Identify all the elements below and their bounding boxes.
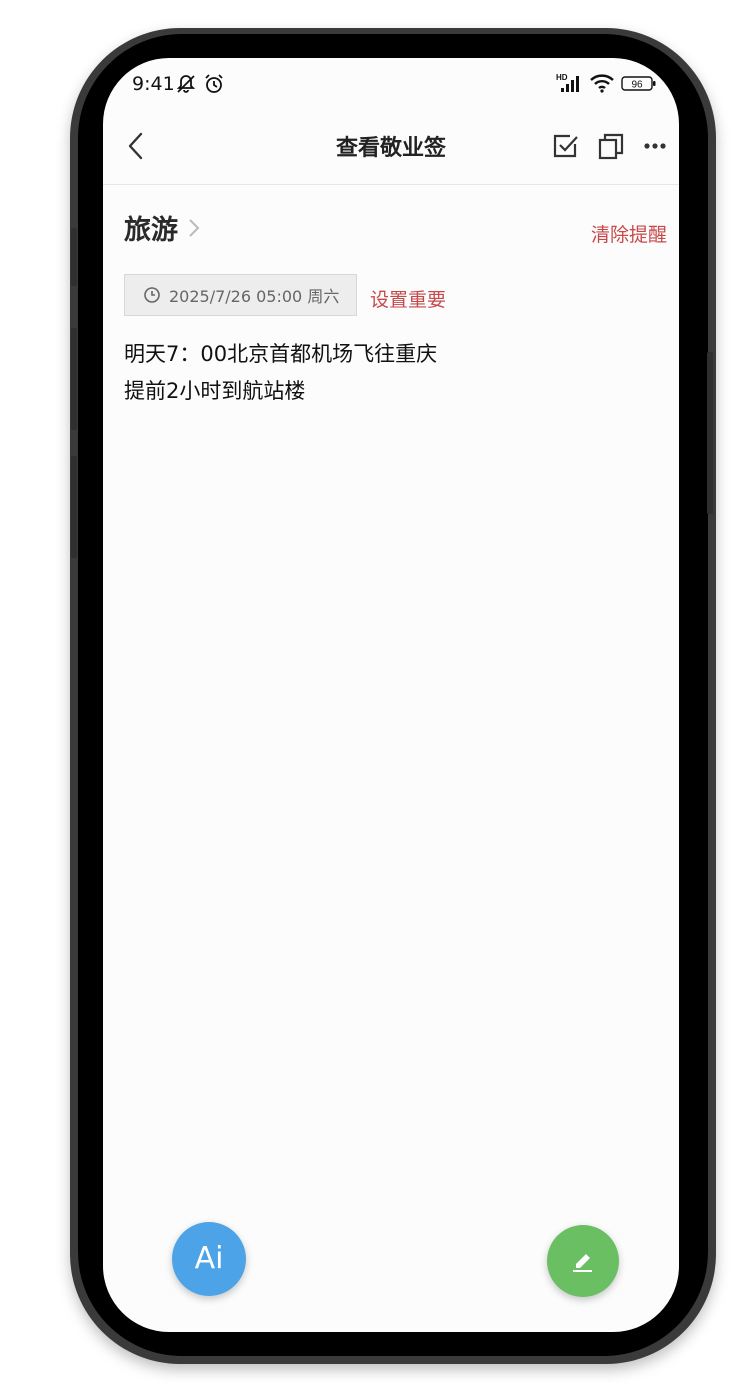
category-name: 旅游 [124, 215, 178, 246]
volume-down-button [71, 456, 77, 558]
ai-assistant-button[interactable]: Ai [172, 1222, 246, 1296]
reminder-date-chip[interactable]: 2025/7/26 05:00 周六 [124, 274, 357, 316]
battery-icon: 96 [621, 75, 657, 97]
battery-level: 96 [631, 80, 643, 91]
clock-icon [144, 287, 160, 303]
status-bar: 9:41 HD 96 [103, 58, 679, 110]
page-title: 查看敬业签 [335, 136, 446, 161]
mark-done-button[interactable] [550, 130, 582, 162]
chevron-right-icon [189, 218, 200, 237]
more-options-button[interactable] [639, 130, 671, 162]
note-line: 提前2小时到航站楼 [124, 379, 306, 403]
checkbox-icon [553, 134, 578, 158]
app-header: 查看敬业签 [103, 110, 679, 185]
reminder-datetime: 2025/7/26 05:00 周六 [169, 287, 340, 306]
edit-note-button[interactable] [547, 1225, 619, 1297]
power-button [707, 352, 713, 514]
copy-button[interactable] [595, 130, 627, 162]
wifi-icon [589, 72, 615, 98]
mute-notification-icon [175, 73, 197, 99]
volume-up-button [71, 328, 77, 430]
note-line: 明天7：00北京首都机场飞往重庆 [124, 342, 438, 366]
mute-switch [71, 228, 77, 286]
alarm-clock-icon [203, 73, 225, 99]
note-content: 明天7：00北京首都机场飞往重庆 提前2小时到航站楼 [124, 336, 654, 410]
status-time: 9:41 [132, 73, 175, 95]
network-type-label: HD [556, 73, 568, 82]
clear-reminder-button[interactable]: 清除提醒 [591, 220, 667, 247]
pencil-icon [573, 1254, 592, 1272]
copy-icon [598, 133, 624, 160]
signal-icon: HD [556, 72, 584, 98]
phone-screen: 9:41 HD 96 查看敬业签 旅游 清除提醒 2025/7/26 05:00… [103, 58, 679, 1332]
category-selector[interactable]: 旅游 [124, 208, 201, 248]
set-important-button[interactable]: 设置重要 [370, 285, 446, 312]
more-horizontal-icon [644, 143, 666, 149]
